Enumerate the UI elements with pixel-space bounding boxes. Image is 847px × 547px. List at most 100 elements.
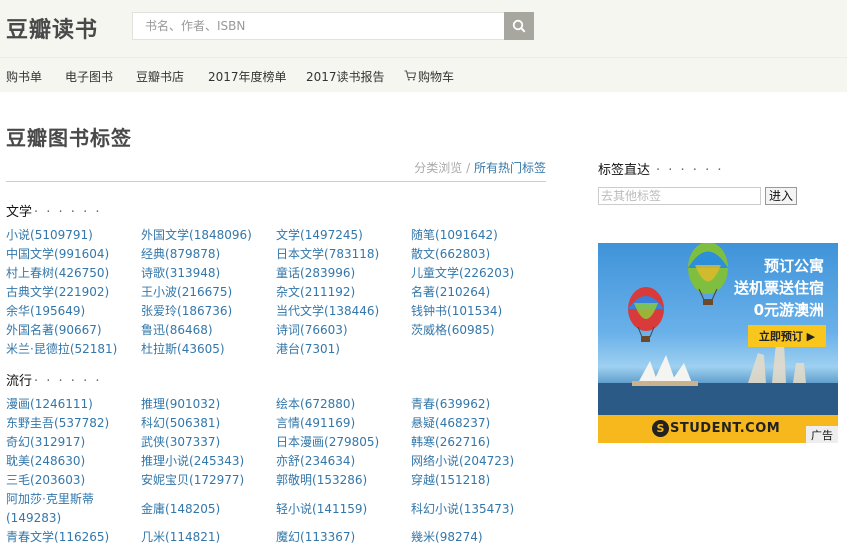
tag-link[interactable]: 文学(1497245) xyxy=(276,226,363,245)
tag-link[interactable]: 钱钟书(101534) xyxy=(411,302,502,321)
tag-link[interactable]: 王小波(216675) xyxy=(141,283,232,302)
tag-count: (491169) xyxy=(300,416,356,430)
link-separator: / xyxy=(462,161,474,175)
tag-link[interactable]: 外国文学(1848096) xyxy=(141,226,252,245)
tag-link[interactable]: 韩寒(262716) xyxy=(411,433,490,452)
go-button[interactable]: 进入 xyxy=(765,187,798,205)
tag-count: (113367) xyxy=(300,530,356,544)
tag-link[interactable]: 推理(901032) xyxy=(141,395,220,414)
tag-link[interactable]: 科幻小说(135473) xyxy=(411,500,514,519)
tag-link[interactable]: 言情(491169) xyxy=(276,414,355,433)
nav-item-annual-report[interactable]: 2017读书报告 xyxy=(306,68,385,85)
tag-count: (307337) xyxy=(165,435,221,449)
tag-link[interactable]: 绘本(672880) xyxy=(276,395,355,414)
tag-link[interactable]: 推理小说(245343) xyxy=(141,452,244,471)
nav-item-ebooks[interactable]: 电子图书 xyxy=(65,68,113,85)
tag-link[interactable]: 港台(7301) xyxy=(276,340,340,359)
tag-link[interactable]: 网络小说(204723) xyxy=(411,452,514,471)
tag-link[interactable]: 几米(114821) xyxy=(141,528,220,547)
tag-name: 杜拉斯 xyxy=(141,342,178,356)
tag-link[interactable]: 诗歌(313948) xyxy=(141,264,220,283)
nav-item-bookstore[interactable]: 豆瓣书店 xyxy=(136,68,184,85)
tag-link[interactable]: 日本文学(783118) xyxy=(276,245,379,264)
tag-link[interactable]: 随笔(1091642) xyxy=(411,226,498,245)
tag-link[interactable]: 经典(879878) xyxy=(141,245,220,264)
divider xyxy=(6,181,546,182)
ad-book-button[interactable]: 立即预订 ▶ xyxy=(748,325,826,347)
tag-link[interactable]: 外国名著(90667) xyxy=(6,321,102,340)
tag-link[interactable]: 武侠(307337) xyxy=(141,433,220,452)
tag-link[interactable]: 东野圭吾(537782) xyxy=(6,414,109,433)
tag-link[interactable]: 散文(662803) xyxy=(411,245,490,264)
search-input[interactable] xyxy=(133,13,505,39)
tag-link[interactable]: 悬疑(468237) xyxy=(411,414,490,433)
tag-link[interactable]: 漫画(1246111) xyxy=(6,395,93,414)
tag-name: 外国名著 xyxy=(6,323,55,337)
tag-link[interactable]: 科幻(506381) xyxy=(141,414,220,433)
tag-link[interactable]: 诗词(76603) xyxy=(276,321,348,340)
tag-name: 散文 xyxy=(411,247,436,261)
tag-link[interactable]: 米兰·昆德拉(52181) xyxy=(6,340,117,359)
nav-item-cart[interactable]: 购物车 xyxy=(404,68,454,85)
search-button[interactable] xyxy=(504,12,534,40)
tag-link[interactable]: 青春(639962) xyxy=(411,395,490,414)
all-hot-tags-link[interactable]: 所有热门标签 xyxy=(474,161,546,175)
site-logo[interactable]: 豆瓣读书 xyxy=(6,12,98,44)
tag-count: (5109791) xyxy=(30,228,93,242)
tag-count: (114821) xyxy=(165,530,221,544)
tag-name: 金庸 xyxy=(141,501,166,516)
tag-name: 随笔 xyxy=(411,228,436,242)
tag-count: (90667) xyxy=(54,323,102,337)
tag-count: (148205) xyxy=(165,501,221,516)
tag-link[interactable]: 村上春树(426750) xyxy=(6,264,109,283)
tag-link[interactable]: 张爱玲(186736) xyxy=(141,302,232,321)
tag-link[interactable]: 名著(210264) xyxy=(411,283,490,302)
tag-link[interactable]: 亦舒(234634) xyxy=(276,452,355,471)
tag-link[interactable]: 童话(283996) xyxy=(276,264,355,283)
tag-count: (783118) xyxy=(324,247,380,261)
tag-name: 钱钟书 xyxy=(411,304,448,318)
tag-link[interactable]: 三毛(203603) xyxy=(6,471,85,490)
tag-link[interactable]: 鲁迅(86468) xyxy=(141,321,213,340)
tag-link[interactable]: 茨威格(60985) xyxy=(411,321,495,340)
tag-name: 韩寒 xyxy=(411,435,436,449)
tag-link[interactable]: 青春文学(116265) xyxy=(6,528,109,547)
tag-count: (43605) xyxy=(177,342,225,356)
tag-link[interactable]: 小说(5109791) xyxy=(6,226,93,245)
tag-count: (195649) xyxy=(30,304,86,318)
browse-link[interactable]: 分类浏览 xyxy=(414,161,462,175)
tag-link[interactable]: 奇幻(312917) xyxy=(6,433,85,452)
tag-link[interactable]: 余华(195649) xyxy=(6,302,85,321)
tag-link[interactable]: 古典文学(221902) xyxy=(6,283,109,302)
category-header: 流行 · · · · · · xyxy=(6,370,101,389)
tag-link[interactable]: 轻小说(141159) xyxy=(276,500,367,519)
tag-link[interactable]: 日本漫画(279805) xyxy=(276,433,379,452)
tag-name: 日本漫画 xyxy=(276,435,325,449)
tag-link[interactable]: 儿童文学(226203) xyxy=(411,264,514,283)
tag-link[interactable]: 穿越(151218) xyxy=(411,471,490,490)
tag-link[interactable]: 杜拉斯(43605) xyxy=(141,340,225,359)
nav-item-booklist[interactable]: 购书单 xyxy=(6,68,42,85)
tag-name: 村上春树 xyxy=(6,266,55,280)
tag-search-input[interactable] xyxy=(598,187,761,205)
tag-link[interactable]: 安妮宝贝(172977) xyxy=(141,471,244,490)
tag-count: (672880) xyxy=(300,397,356,411)
tag-name: 外国文学 xyxy=(141,228,190,242)
tag-link[interactable]: 耽美(248630) xyxy=(6,452,85,471)
tag-link[interactable]: 中国文学(991604) xyxy=(6,245,109,264)
tag-link[interactable]: 杂文(211192) xyxy=(276,283,355,302)
tag-count: (312917) xyxy=(30,435,86,449)
tag-link[interactable]: 阿加莎·克里斯蒂 (149283) xyxy=(6,490,126,528)
tag-name: 童话 xyxy=(276,266,301,280)
tag-link[interactable]: 魔幻(113367) xyxy=(276,528,355,547)
tag-link[interactable]: 当代文学(138446) xyxy=(276,302,379,321)
tag-link[interactable]: 郭敬明(153286) xyxy=(276,471,367,490)
tag-name: 日本文学 xyxy=(276,247,325,261)
tag-count: (1246111) xyxy=(30,397,93,411)
tag-name: 穿越 xyxy=(411,473,436,487)
tag-name: 奇幻 xyxy=(6,435,31,449)
tag-link[interactable]: 幾米(98274) xyxy=(411,528,483,547)
nav-item-annual-list[interactable]: 2017年度榜单 xyxy=(208,68,287,85)
ad-banner[interactable]: 预订公寓 送机票送住宿 0元游澳洲 立即预订 ▶ S STUDENT.COM 广… xyxy=(598,243,838,443)
tag-link[interactable]: 金庸(148205) xyxy=(141,500,220,519)
